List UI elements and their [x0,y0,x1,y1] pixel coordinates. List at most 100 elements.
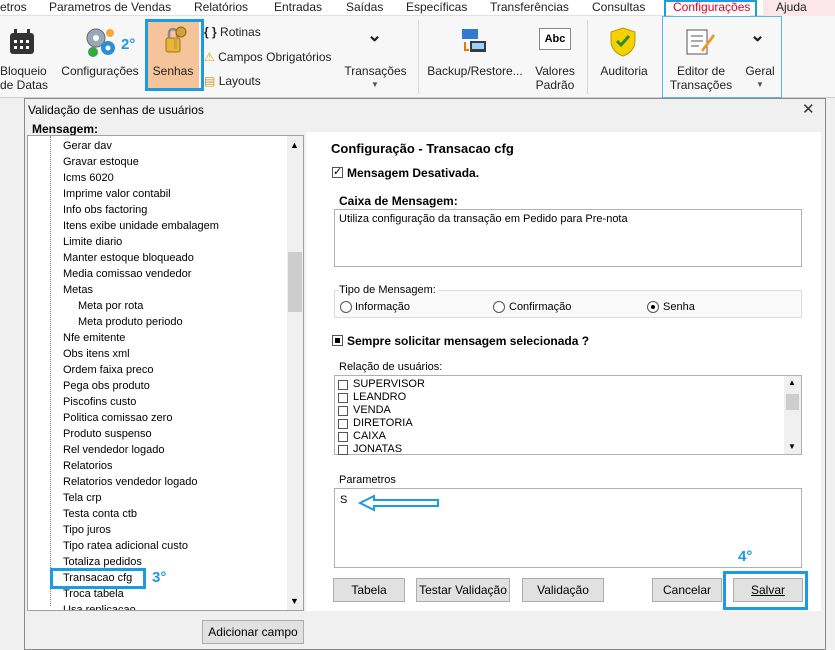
scroll-down-icon[interactable]: ▼ [788,442,796,451]
tree-item[interactable]: Meta por rota [78,299,143,313]
sempre-solicitar-label: Sempre solicitar mensagem selecionada ? [347,334,590,348]
menu-item-especificas[interactable]: Específicas [406,0,467,16]
menu-item-ajuda[interactable]: Ajuda [763,0,835,16]
scroll-down-icon[interactable]: ▼ [290,596,299,606]
usuarios-list[interactable]: SUPERVISOR LEANDRO VENDA DIRETORIA CAIXA JONA… [334,375,802,455]
tree-item[interactable]: Troca tabela [63,587,124,601]
radio-confirmacao-label: Confirmação [509,301,572,313]
tree-item[interactable]: Info obs factoring [63,203,147,217]
tree-item[interactable]: Piscofins custo [63,395,136,409]
parametros-value: S [340,494,348,506]
backup-label: Backup/Restore... [427,64,523,78]
chevron-down-icon: ⌄ [367,25,383,45]
tree-item[interactable]: Limite diario [63,235,122,249]
bloqueio-datas-button[interactable]: Bloqueio de Datas [0,24,48,94]
tree-item[interactable]: Relatorios vendedor logado [63,475,198,489]
arrow-annotation-icon [358,494,439,512]
tree-item[interactable]: Gerar dav [63,139,112,153]
scroll-thumb[interactable] [786,394,799,410]
auditoria-button[interactable]: Auditoria [596,24,652,94]
cancelar-button[interactable]: Cancelar [652,578,722,602]
tree-item[interactable]: Tipo juros [63,523,111,537]
tree-item[interactable]: Meta produto periodo [78,315,183,329]
dialog-title: Validação de senhas de usuários [28,103,204,117]
bloqueio-label-2: de Datas [0,78,49,92]
tree-item[interactable]: Media comissao vendedor [63,267,191,281]
layouts-button[interactable]: ▤ Layouts [204,74,261,88]
user-label: DIRETORIA [353,417,413,429]
tree-item[interactable]: Politica comissao zero [63,411,172,425]
user-checkbox[interactable] [338,380,348,390]
close-icon[interactable]: ✕ [802,100,815,118]
tree-item[interactable]: Tipo ratea adicional custo [63,539,188,553]
scroll-thumb[interactable] [288,252,302,312]
adicionar-campo-button[interactable]: Adicionar campo [202,620,304,644]
scroll-up-icon[interactable]: ▲ [290,140,299,150]
relacao-usuarios-label: Relação de usuários: [339,361,443,373]
tree-item[interactable]: Itens exibe unidade embalagem [63,219,219,233]
warning-icon: ⚠ [204,50,215,64]
radio-confirmacao[interactable] [493,301,505,313]
user-checkbox[interactable] [338,445,348,455]
caixa-mensagem-label: Caixa de Mensagem: [339,194,458,208]
tabela-button[interactable]: Tabela [333,578,405,602]
config-panel: Configuração - Transacao cfg ✓ Mensagem … [306,132,821,611]
radio-informacao[interactable] [340,301,352,313]
sempre-solicitar-checkbox[interactable] [332,335,343,346]
tipo-mensagem-label: Tipo de Mensagem: [339,284,438,296]
tree-item[interactable]: Gravar estoque [63,155,139,169]
tree-item[interactable]: Ordem faixa preco [63,363,153,377]
shield-icon [610,27,636,57]
msg-desativada-checkbox[interactable]: ✓ [332,166,343,178]
menu-item-consultas[interactable]: Consultas [592,0,645,16]
radio-senha[interactable] [647,301,659,313]
tree-item[interactable]: Pega obs produto [63,379,150,393]
caixa-mensagem-textarea[interactable]: Utiliza configuração da transação em Ped… [334,209,802,267]
tree-item[interactable]: Totaliza pedidos [63,555,142,569]
marker-2: 2° [121,36,136,53]
configuracoes-button[interactable]: Configurações [58,24,142,94]
valores-padrao-button[interactable]: Abc Valores Padrão [532,24,578,94]
user-checkbox[interactable] [338,419,348,429]
rotinas-button[interactable]: { } Rotinas [204,25,261,39]
user-checkbox[interactable] [338,406,348,416]
backup-icon [462,29,486,52]
layouts-label: Layouts [218,74,261,88]
tree-scrollbar[interactable]: ▲ ▼ [287,136,303,610]
tree-item[interactable]: Obs itens xml [63,347,130,361]
dropdown-arrow-icon: ▼ [371,80,379,89]
tree-item[interactable]: Usa replicacao [63,603,136,610]
testar-validacao-button[interactable]: Testar Validação [416,578,510,602]
tree-item[interactable]: Metas [63,283,93,297]
validacao-button[interactable]: Validação [522,578,604,602]
menu-item-parametros-vendas[interactable]: Parametros de Vendas [49,0,171,16]
message-tree[interactable]: Gerar dav Gravar estoque Icms 6020 Imprime … [27,135,304,611]
abc-icon: Abc [539,28,571,50]
tree-item[interactable]: Imprime valor contabil [63,187,171,201]
marker-3: 3° [152,569,167,586]
tree-item[interactable]: Tela crp [63,491,102,505]
user-checkbox[interactable] [338,393,348,403]
menu-item-saidas[interactable]: Saídas [346,0,383,16]
tree-item[interactable]: Produto suspenso [63,427,152,441]
tree-item[interactable]: Manter estoque bloqueado [63,251,194,265]
radio-informacao-label: Informação [355,301,411,313]
scroll-up-icon[interactable]: ▲ [788,378,796,387]
tree-item[interactable]: Rel vendedor logado [63,443,165,457]
tree-item[interactable]: Nfe emitente [63,331,125,345]
tree-item[interactable]: Testa conta ctb [63,507,137,521]
tree-item[interactable]: Icms 6020 [63,171,114,185]
marker-4: 4° [738,548,753,565]
menu-item-parametros[interactable]: etros [0,0,27,16]
tree-item[interactable]: Relatorios [63,459,113,473]
menu-item-transferencias[interactable]: Transferências [490,0,569,16]
backup-restore-button[interactable]: Backup/Restore... [426,24,524,94]
config-title: Configuração - Transacao cfg [331,141,514,156]
campos-obrigatorios-button[interactable]: ⚠ Campos Obrigatórios [204,50,332,64]
parametros-label: Parametros [339,474,396,486]
menu-item-relatorios[interactable]: Relatórios [194,0,248,16]
user-checkbox[interactable] [338,432,348,442]
usuarios-scrollbar[interactable]: ▲ ▼ [784,376,801,454]
transacoes-dropdown[interactable]: ⌄ Transações ▼ [343,24,408,94]
menu-item-entradas[interactable]: Entradas [274,0,322,16]
